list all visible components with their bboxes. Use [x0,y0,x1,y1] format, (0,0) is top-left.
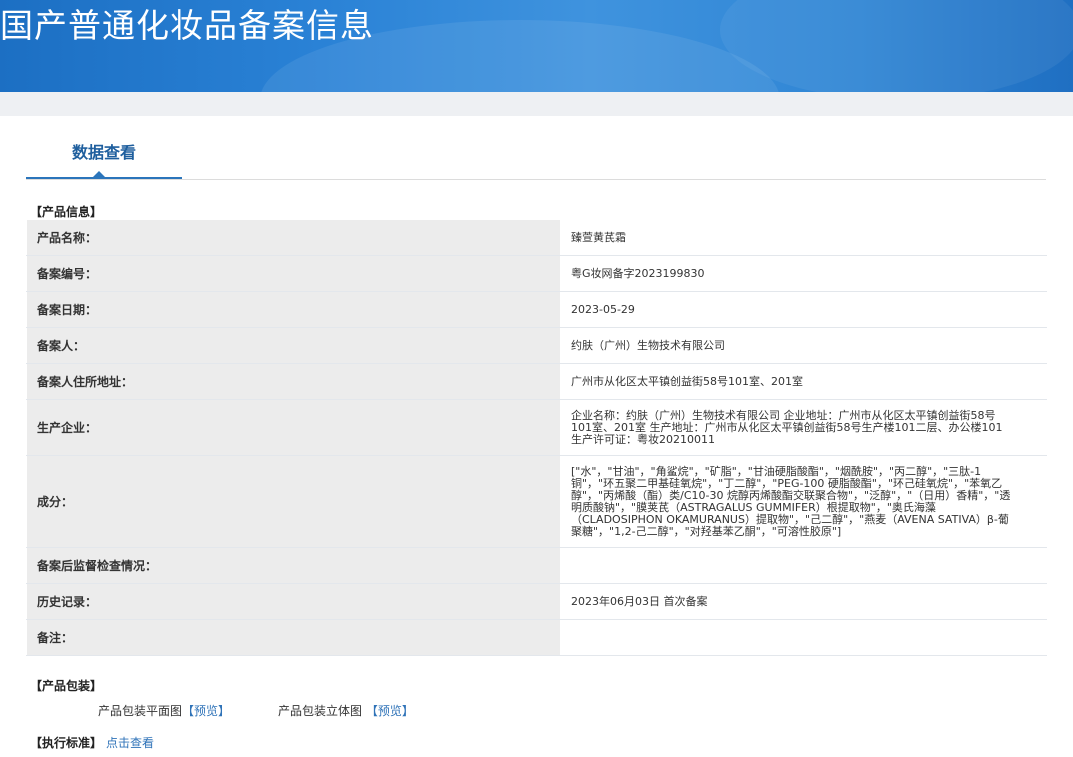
packaging-solid-label: 产品包装立体图 [278,704,363,718]
packaging-solid-preview-link[interactable]: 【预览】 [366,704,414,718]
ingredients-key: 成分： [26,455,561,548]
packaging-solid-item: 产品包装立体图 【预览】 [278,702,414,719]
product-name-key: 产品名称： [26,219,561,256]
remarks-key: 备注： [26,619,561,656]
product-info-table: 产品名称： 臻萱黄芪霜 备案编号： 粤G妆网备字2023199830 备案日期：… [26,219,1047,656]
product-info-heading: 【产品信息】 [30,205,103,219]
row-filing-date: 备案日期： 2023-05-29 [26,291,1047,328]
row-ingredients: 成分： ["水"，"甘油"，"角鲨烷"，"矿脂"，"甘油硬脂酸酯"，"烟酰胺"，… [26,455,1047,548]
row-filer: 备案人： 约肤（广州）生物技术有限公司 [26,327,1047,364]
packaging-flat-item: 产品包装平面图【预览】 [98,702,230,719]
row-product-name: 产品名称： 臻萱黄芪霜 [26,219,1047,256]
row-filing-number: 备案编号： 粤G妆网备字2023199830 [26,255,1047,292]
product-name-value: 臻萱黄芪霜 [560,219,1047,256]
supervision-value [560,547,1047,584]
packaging-flat-label: 产品包装平面图 [98,704,183,718]
tab-active-caret-icon [93,171,105,177]
row-remarks: 备注： [26,619,1047,656]
row-supervision: 备案后监督检查情况： [26,547,1047,584]
standard-heading: 【执行标准】 [30,736,103,750]
filer-key: 备案人： [26,327,561,364]
supervision-key: 备案后监督检查情况： [26,547,561,584]
filer-value: 约肤（广州）生物技术有限公司 [560,327,1047,364]
tab-bar: 数据查看 [26,132,1046,180]
filing-date-value: 2023-05-29 [560,291,1047,328]
tab-data-view[interactable]: 数据查看 [26,132,182,179]
filing-date-key: 备案日期： [26,291,561,328]
manufacturer-key: 生产企业： [26,399,561,456]
ingredients-value: ["水"，"甘油"，"角鲨烷"，"矿脂"，"甘油硬脂酸酯"，"烟酰胺"，"丙二醇… [560,455,1047,548]
standard-view-link[interactable]: 点击查看 [106,734,154,751]
history-value: 2023年06月03日 首次备案 [560,583,1047,620]
header-sub-strip [0,92,1073,116]
manufacturer-value: 企业名称：约肤（广州）生物技术有限公司 企业地址：广州市从化区太平镇创益街58号… [560,399,1047,456]
filer-address-key: 备案人住所地址： [26,363,561,400]
remarks-value [560,619,1047,656]
row-filer-address: 备案人住所地址： 广州市从化区太平镇创益街58号101室、201室 [26,363,1047,400]
header-banner: 国产普通化妆品备案信息 [0,0,1073,92]
page-title: 国产普通化妆品备案信息 [0,6,374,45]
filing-number-value: 粤G妆网备字2023199830 [560,255,1047,292]
row-manufacturer: 生产企业： 企业名称：约肤（广州）生物技术有限公司 企业地址：广州市从化区太平镇… [26,399,1047,456]
history-key: 历史记录： [26,583,561,620]
filer-address-value: 广州市从化区太平镇创益街58号101室、201室 [560,363,1047,400]
row-history: 历史记录： 2023年06月03日 首次备案 [26,583,1047,620]
tab-data-view-label: 数据查看 [71,143,136,162]
packaging-flat-preview-link[interactable]: 【预览】 [182,704,230,718]
filing-number-key: 备案编号： [26,255,561,292]
packaging-heading: 【产品包装】 [30,679,103,693]
